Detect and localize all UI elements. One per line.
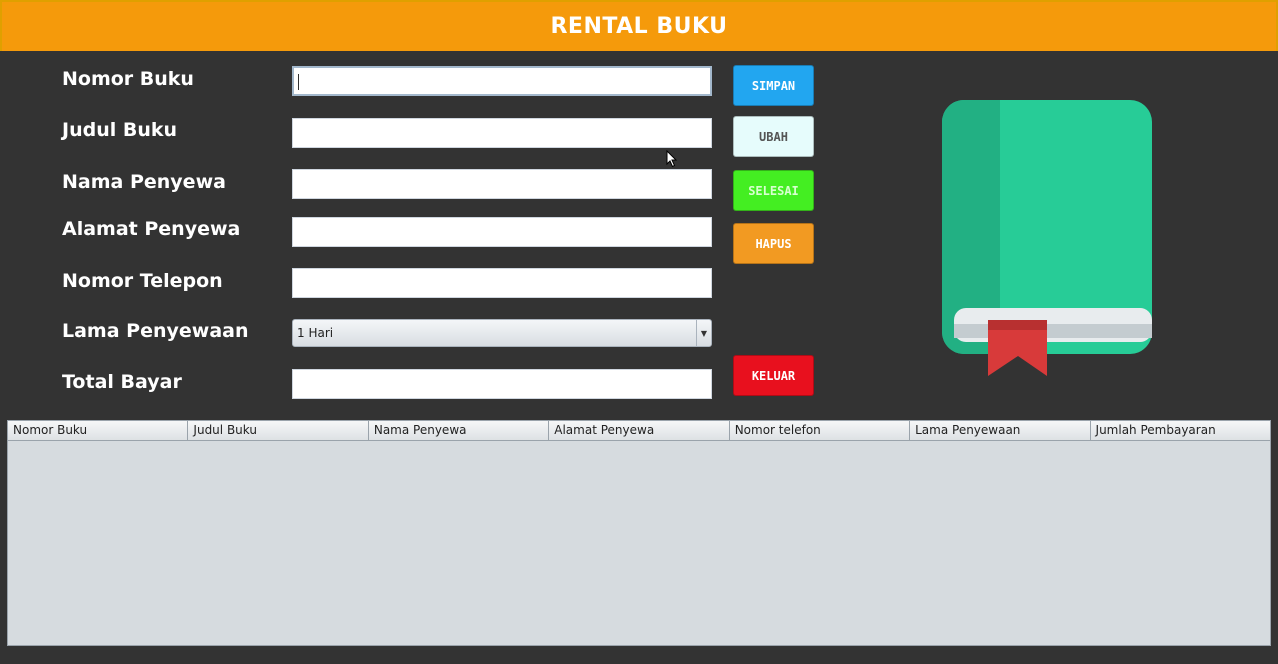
column-header-jumlah-pembayaran[interactable]: Jumlah Pembayaran	[1091, 421, 1270, 440]
nomor-buku-input[interactable]	[292, 66, 712, 96]
keluar-button[interactable]: KELUAR	[733, 355, 814, 396]
column-header-lama-penyewaan[interactable]: Lama Penyewaan	[910, 421, 1091, 440]
label-nomor-telepon: Nomor Telepon	[62, 270, 223, 292]
hapus-button[interactable]: HAPUS	[733, 223, 814, 264]
column-header-alamat-penyewa[interactable]: Alamat Penyewa	[549, 421, 730, 440]
text-caret	[298, 74, 299, 90]
rental-table[interactable]: Nomor Buku Judul Buku Nama Penyewa Alama…	[7, 420, 1271, 646]
lama-penyewaan-value: 1 Hari	[297, 326, 334, 340]
column-header-judul-buku[interactable]: Judul Buku	[188, 421, 369, 440]
label-nama-penyewa: Nama Penyewa	[62, 171, 226, 193]
lama-penyewaan-select[interactable]: 1 Hari ▼	[292, 319, 712, 347]
selesai-button[interactable]: SELESAI	[733, 170, 814, 211]
ubah-button[interactable]: UBAH	[733, 116, 814, 157]
label-lama-penyewaan: Lama Penyewaan	[62, 320, 249, 342]
label-judul-buku: Judul Buku	[62, 119, 178, 141]
label-alamat-penyewa: Alamat Penyewa	[62, 218, 241, 240]
mouse-pointer-icon	[666, 150, 678, 168]
total-bayar-input[interactable]	[292, 369, 712, 399]
nama-penyewa-input[interactable]	[292, 169, 712, 199]
label-nomor-buku: Nomor Buku	[62, 68, 194, 90]
table-header: Nomor Buku Judul Buku Nama Penyewa Alama…	[8, 421, 1270, 441]
column-header-nomor-telefon[interactable]: Nomor telefon	[730, 421, 911, 440]
title-bar: RENTAL BUKU	[0, 0, 1278, 51]
nomor-telepon-input[interactable]	[292, 268, 712, 298]
simpan-button[interactable]: SIMPAN	[733, 65, 814, 106]
alamat-penyewa-input[interactable]	[292, 217, 712, 247]
table-body[interactable]	[8, 441, 1270, 646]
chevron-down-icon[interactable]: ▼	[696, 320, 711, 346]
app-title: RENTAL BUKU	[550, 14, 728, 39]
judul-buku-input[interactable]	[292, 118, 712, 148]
column-header-nama-penyewa[interactable]: Nama Penyewa	[369, 421, 550, 440]
label-total-bayar: Total Bayar	[62, 371, 182, 393]
book-icon	[942, 100, 1152, 376]
column-header-nomor-buku[interactable]: Nomor Buku	[8, 421, 189, 440]
